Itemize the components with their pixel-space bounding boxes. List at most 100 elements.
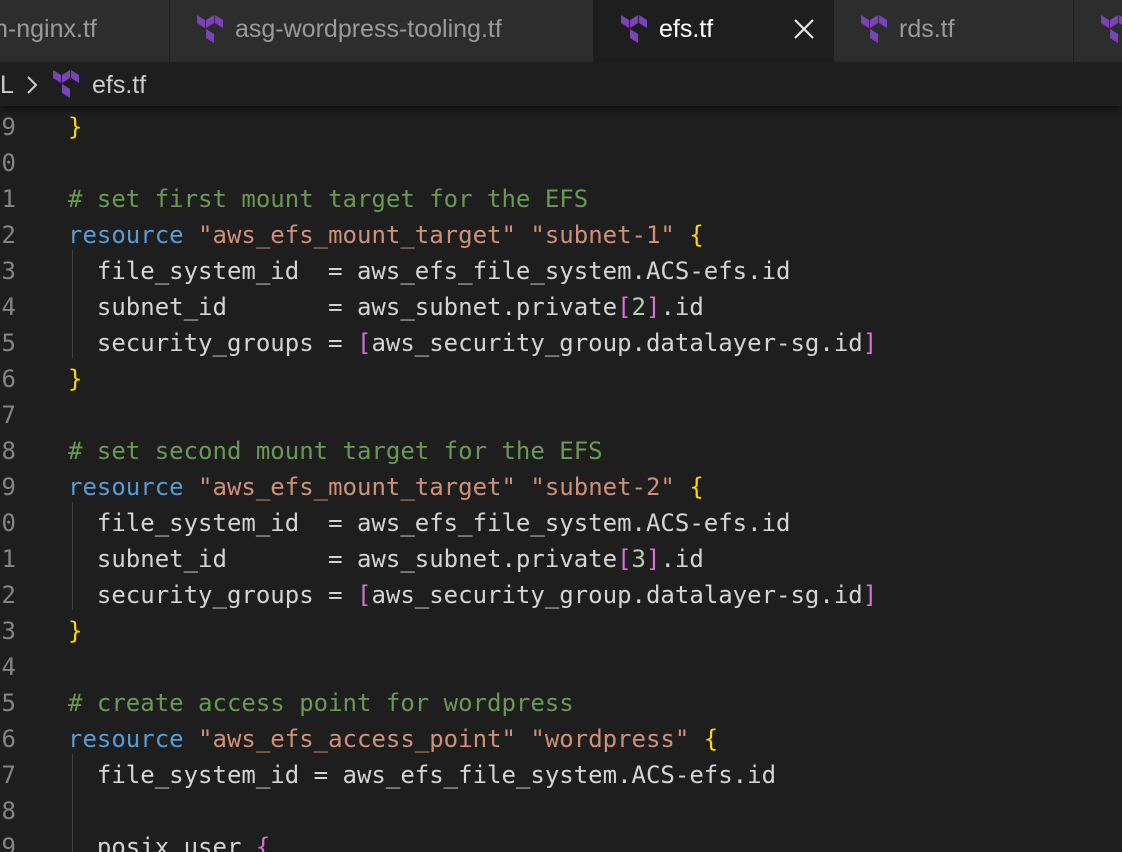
code-token: ]: [645, 545, 661, 573]
code-token: file_system_id = aws_efs_file_system.ACS…: [68, 509, 791, 537]
code-token: "aws_efs_mount_target": [198, 221, 516, 249]
code-line: 8 # set second mount target for the EFS: [0, 433, 1122, 469]
code-token: aws_security_group.datalayer-sg.id: [371, 329, 863, 357]
line-number: 2: [1, 221, 16, 249]
line-number: 0: [1, 509, 16, 537]
tab-asg-wordpress-tooling[interactable]: asg-wordpress-tooling.tf: [170, 0, 594, 62]
code-token: security_groups =: [68, 581, 357, 609]
line-number: 4: [1, 653, 16, 681]
line-number: 5: [1, 329, 16, 357]
code-token: subnet_id = aws_subnet.private: [68, 293, 618, 321]
code-token: 3: [631, 545, 646, 573]
code-line: 4 subnet_id = aws_subnet.private[2].id: [0, 289, 1122, 325]
code-text: resource "aws_efs_mount_target" "subnet-…: [68, 217, 704, 253]
code-token: posix_user: [68, 833, 256, 852]
tab-label: efs.tf: [659, 15, 714, 43]
code-token: "aws_efs_access_point": [198, 725, 516, 753]
tab-overflow[interactable]: [1074, 0, 1122, 62]
breadcrumb-file[interactable]: efs.tf: [92, 70, 146, 100]
line-number: 0: [1, 149, 16, 177]
code-line: 4: [0, 649, 1122, 685]
code-line: 2 resource "aws_efs_mount_target" "subnet…: [0, 217, 1122, 253]
close-icon[interactable]: [790, 15, 818, 43]
code-line: 9 resource "aws_efs_mount_target" "subnet…: [0, 469, 1122, 505]
code-token: ]: [862, 581, 878, 609]
code-line: 1 subnet_id = aws_subnet.private[3].id: [0, 541, 1122, 577]
code-token: 2: [631, 293, 646, 321]
code-text: # set second mount target for the EFS: [68, 433, 603, 469]
code-line: 8: [0, 793, 1122, 829]
code-token: # set second mount target for the EFS: [68, 437, 603, 465]
line-number: 9: [1, 473, 16, 501]
line-number: 7: [1, 401, 16, 429]
line-number: 8: [1, 797, 16, 825]
terraform-icon: [621, 15, 647, 43]
code-text: }: [68, 613, 82, 649]
code-text: posix_user {: [68, 829, 270, 852]
breadcrumb: L efs.tf: [0, 62, 1122, 106]
tab-label: rds.tf: [899, 15, 955, 43]
code-token: .id: [660, 545, 704, 573]
code-token: "subnet-2": [530, 473, 675, 501]
code-line: 5 security_groups = [aws_security_group.…: [0, 325, 1122, 361]
code-token: aws_security_group.datalayer-sg.id: [371, 581, 863, 609]
code-text: # create access point for wordpress: [68, 685, 574, 721]
line-number: 9: [1, 833, 16, 852]
code-token: security_groups =: [68, 329, 357, 357]
code-text: subnet_id = aws_subnet.private[2].id: [68, 289, 704, 325]
tab-rds[interactable]: rds.tf: [834, 0, 1074, 62]
line-number: 1: [1, 185, 16, 213]
line-number: 3: [1, 617, 16, 645]
code-token: [: [356, 329, 372, 357]
code-line: 1 # set first mount target for the EFS: [0, 181, 1122, 217]
breadcrumb-parent[interactable]: L: [0, 70, 14, 100]
code-line: 7: [0, 397, 1122, 433]
code-text: resource "aws_efs_mount_target" "subnet-…: [68, 469, 704, 505]
code-token: resource: [68, 725, 184, 753]
tab-n-nginx[interactable]: n-nginx.tf: [0, 0, 170, 62]
code-token: resource: [68, 221, 184, 249]
code-token: ]: [645, 293, 661, 321]
code-line: 9}: [0, 109, 1122, 145]
code-token: }: [68, 113, 83, 141]
code-token: }: [68, 617, 83, 645]
code-token: file_system_id = aws_efs_file_system.ACS…: [68, 761, 777, 789]
code-token: {: [689, 473, 704, 501]
tab-efs[interactable]: efs.tf: [594, 0, 834, 62]
line-number: 9: [1, 113, 16, 141]
code-line: 6}: [0, 361, 1122, 397]
code-token: ]: [862, 329, 878, 357]
code-text: subnet_id = aws_subnet.private[3].id: [68, 541, 704, 577]
code-line: 6 resource "aws_efs_access_point" "wordpr…: [0, 721, 1122, 757]
line-number: 8: [1, 437, 16, 465]
code-text: }: [68, 109, 82, 145]
code-token: }: [68, 365, 83, 393]
line-number: 2: [1, 581, 16, 609]
code-token: [: [356, 581, 372, 609]
chevron-right-icon: [27, 76, 38, 94]
line-number: 3: [1, 257, 16, 285]
tab-label: n-nginx.tf: [0, 15, 97, 43]
code-line: 0 file_system_id = aws_efs_file_system.A…: [0, 505, 1122, 541]
terraform-icon: [197, 15, 223, 43]
code-line: 3}: [0, 613, 1122, 649]
code-line: 3 file_system_id = aws_efs_file_system.A…: [0, 253, 1122, 289]
code-text: security_groups = [aws_security_group.da…: [68, 577, 877, 613]
code-line: 0: [0, 145, 1122, 181]
code-editor[interactable]: 9} 0 1 # set first mount target for the EFS…: [0, 106, 1122, 852]
line-number: 4: [1, 293, 16, 321]
tab-bar: n-nginx.tf asg-wordpress-tooling.tf efs.…: [0, 0, 1122, 62]
terraform-icon: [861, 15, 887, 43]
code-line: 5 # create access point for wordpress: [0, 685, 1122, 721]
code-token: "aws_efs_mount_target": [198, 473, 516, 501]
line-number: 6: [1, 725, 16, 753]
code-token: [: [617, 293, 632, 321]
code-text: file_system_id = aws_efs_file_system.ACS…: [68, 505, 791, 541]
